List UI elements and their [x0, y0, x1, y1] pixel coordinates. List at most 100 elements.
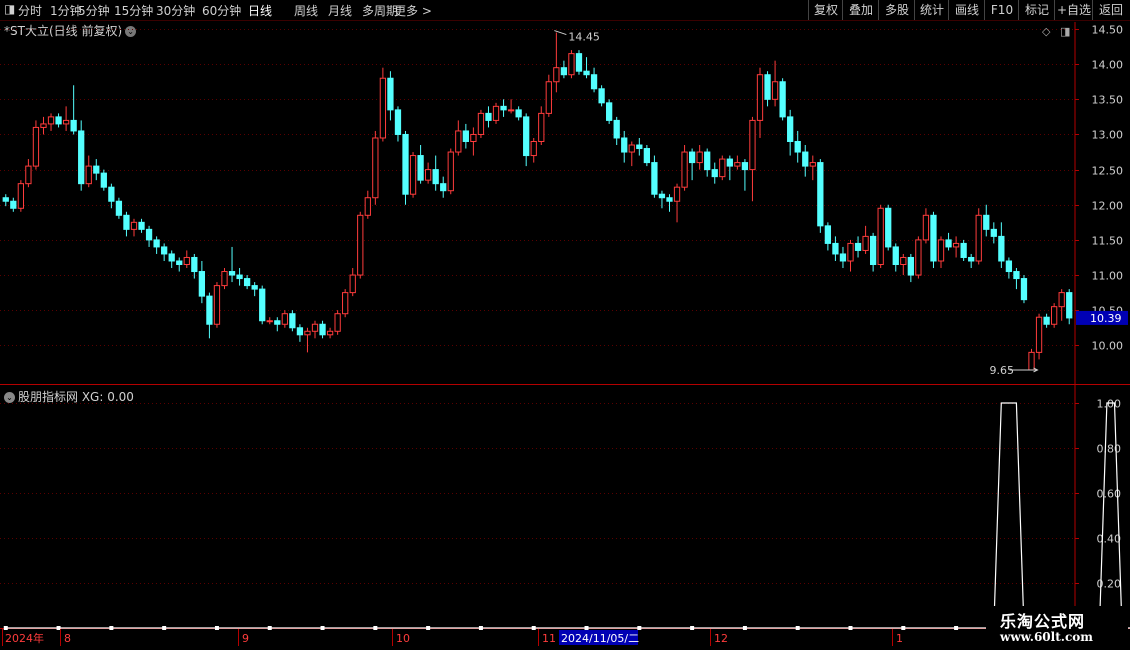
date-label: 12	[714, 632, 728, 645]
candle-body	[32, 126, 40, 167]
xg-point	[531, 626, 536, 630]
xg-point	[848, 626, 853, 630]
candle-body	[191, 256, 198, 273]
candle-body	[228, 271, 236, 276]
candle-body	[990, 228, 997, 237]
indicator-tick-label: 0.40	[1097, 533, 1122, 546]
candle-body	[651, 162, 658, 195]
candle-body	[1020, 278, 1028, 301]
candle-body	[809, 162, 816, 167]
candle-body	[130, 221, 138, 230]
candle-body	[787, 116, 794, 142]
cursor-date-label: 2024/11/05/二	[561, 632, 639, 645]
candle-body	[583, 70, 590, 76]
date-label: 10	[396, 632, 410, 645]
diamond-icon: ◇	[1042, 25, 1051, 38]
candle-body	[975, 214, 982, 262]
candle-body	[794, 140, 801, 153]
candle-body	[402, 133, 409, 195]
watermark-title: 乐淘公式网	[1000, 612, 1086, 631]
candle-body	[417, 155, 424, 181]
candle-body	[907, 256, 914, 276]
candle-body	[802, 151, 809, 167]
candle-body	[2, 197, 9, 202]
candle-body	[342, 292, 349, 315]
candle-body	[636, 144, 643, 150]
xg-point	[954, 626, 959, 630]
candle-body	[304, 330, 311, 336]
candle-body	[85, 165, 92, 185]
candle-body	[424, 169, 432, 181]
xg-point	[3, 626, 8, 630]
indicator-tick-label: 1.00	[1097, 398, 1122, 411]
xg-signal-line	[5, 402, 1130, 629]
candle-body	[673, 186, 681, 202]
watermark-url: www.60lt.com	[1000, 630, 1093, 644]
candle-body	[492, 105, 500, 121]
candle-body	[62, 119, 70, 125]
candle-body	[364, 197, 371, 216]
candle-body	[183, 256, 190, 266]
candle-body	[741, 162, 749, 171]
candle-body	[319, 323, 326, 336]
candle-body	[266, 320, 273, 323]
price-tick-label: 11.50	[1092, 235, 1124, 248]
candle-body	[711, 169, 718, 178]
candle-body	[394, 109, 402, 135]
candle-body	[274, 320, 281, 325]
candle-body	[915, 239, 922, 276]
price-tick-label: 13.00	[1092, 129, 1124, 142]
candle-body	[115, 200, 123, 216]
candle-body	[817, 162, 824, 227]
candle-body	[628, 144, 635, 153]
price-tick-label: 11.00	[1092, 270, 1124, 283]
chart-canvas: 10.0010.5011.0011.5012.0012.5013.0013.50…	[0, 22, 1130, 646]
candle-body	[289, 313, 296, 329]
candle-body	[213, 285, 221, 325]
candle-body	[854, 242, 862, 251]
candle-body	[756, 74, 764, 121]
date-label: 8	[64, 632, 71, 645]
candle-body	[779, 81, 786, 118]
candle-body	[696, 151, 703, 164]
candle-body	[749, 119, 756, 171]
candle-body	[47, 116, 55, 125]
candle-body	[530, 140, 537, 157]
candle-body	[409, 155, 417, 195]
candle-body	[462, 130, 469, 142]
xg-point	[162, 626, 167, 630]
candle-body	[145, 228, 153, 241]
candle-body	[658, 193, 666, 199]
candle-body	[1035, 316, 1043, 353]
xg-point	[795, 626, 800, 630]
candle-body	[477, 112, 485, 135]
xg-point	[56, 626, 61, 630]
candle-body	[447, 151, 454, 192]
xg-point	[901, 626, 906, 630]
candle-body	[771, 81, 779, 100]
candle-body	[161, 246, 168, 255]
candle-body	[922, 214, 930, 241]
candle-body	[937, 239, 945, 262]
candle-body	[259, 288, 266, 322]
candle-body	[643, 148, 651, 164]
high-label: 14.45	[568, 31, 600, 44]
date-label: 9	[242, 632, 249, 645]
xg-point	[320, 626, 325, 630]
date-label: 2024年	[5, 631, 44, 645]
candle-body	[960, 242, 967, 258]
candle-body	[326, 330, 334, 336]
candle-body	[138, 221, 145, 230]
xg-point	[478, 626, 483, 630]
date-label: 11	[542, 632, 556, 645]
candle-body	[387, 77, 394, 111]
candle-body	[839, 253, 847, 262]
candle-body	[1005, 260, 1013, 273]
candle-body	[349, 274, 356, 294]
candle-body	[734, 162, 741, 167]
candle-body	[221, 271, 228, 287]
candle-body	[877, 207, 884, 266]
candle-body	[538, 112, 545, 142]
candle-body	[78, 130, 85, 185]
candle-body	[251, 285, 258, 290]
